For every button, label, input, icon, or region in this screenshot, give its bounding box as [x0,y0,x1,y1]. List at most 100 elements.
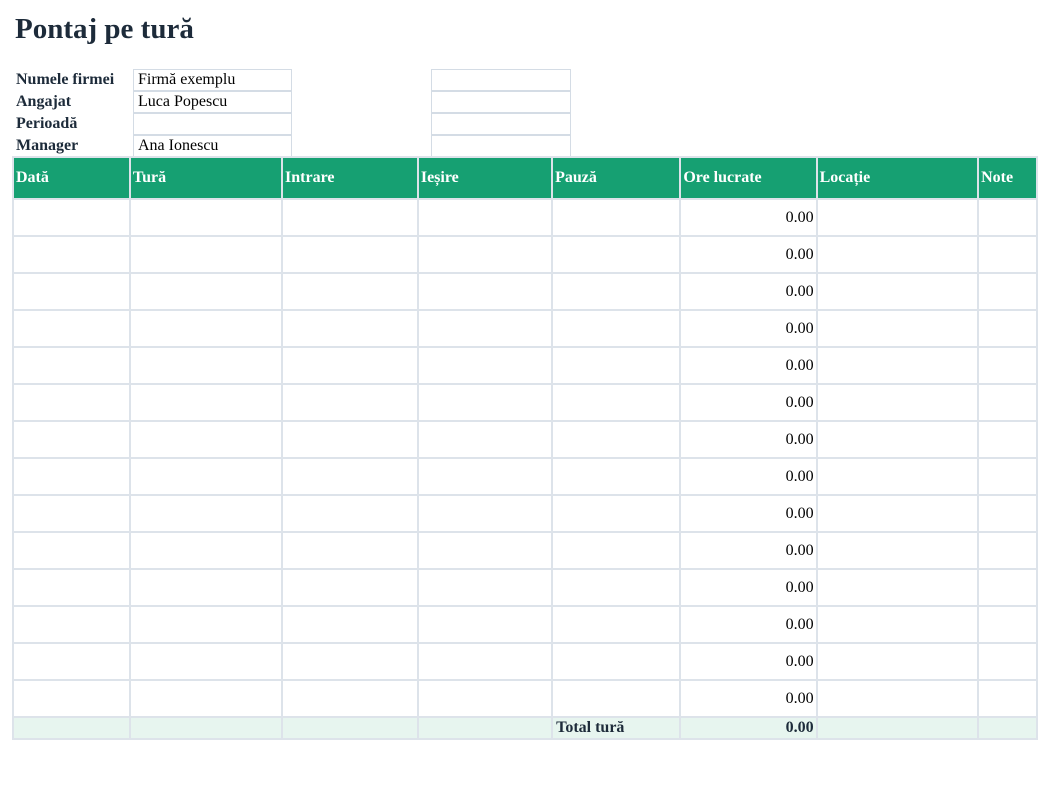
break-cell[interactable] [551,235,682,274]
notes-cell[interactable] [977,679,1038,718]
break-cell[interactable] [551,457,682,496]
notes-cell[interactable] [977,272,1038,311]
break-cell[interactable] [551,679,682,718]
info-extra-cell[interactable] [431,91,571,113]
date-cell[interactable] [12,679,131,718]
hours-cell[interactable]: 0.00 [679,309,818,348]
clock-in-cell[interactable] [281,642,419,681]
clock-out-cell[interactable] [416,605,554,644]
clock-out-cell[interactable] [416,642,554,681]
notes-cell[interactable] [977,420,1038,459]
shift-cell[interactable] [128,309,284,348]
clock-in-cell[interactable] [281,309,419,348]
clock-in-cell[interactable] [281,457,419,496]
clock-in-cell[interactable] [281,420,419,459]
hours-cell[interactable]: 0.00 [679,568,818,607]
hours-cell[interactable]: 0.00 [679,198,818,237]
clock-out-cell[interactable] [416,494,554,533]
info-extra-cell[interactable] [431,135,571,157]
break-cell[interactable] [551,494,682,533]
shift-cell[interactable] [128,235,284,274]
company-field[interactable]: Firmă exemplu [133,69,292,91]
hours-cell[interactable]: 0.00 [679,605,818,644]
location-cell[interactable] [815,309,980,348]
location-cell[interactable] [815,605,980,644]
break-cell[interactable] [551,568,682,607]
manager-field[interactable]: Ana Ionescu [133,135,292,157]
shift-cell[interactable] [128,383,284,422]
break-cell[interactable] [551,642,682,681]
notes-cell[interactable] [977,383,1038,422]
break-cell[interactable] [551,531,682,570]
shift-cell[interactable] [128,494,284,533]
hours-cell[interactable]: 0.00 [679,383,818,422]
location-cell[interactable] [815,494,980,533]
clock-in-cell[interactable] [281,346,419,385]
date-cell[interactable] [12,494,131,533]
break-cell[interactable] [551,420,682,459]
date-cell[interactable] [12,531,131,570]
hours-cell[interactable]: 0.00 [679,642,818,681]
clock-out-cell[interactable] [416,420,554,459]
date-cell[interactable] [12,642,131,681]
notes-cell[interactable] [977,605,1038,644]
shift-cell[interactable] [128,346,284,385]
period-field[interactable] [133,113,292,135]
location-cell[interactable] [815,383,980,422]
date-cell[interactable] [12,309,131,348]
shift-cell[interactable] [128,457,284,496]
date-cell[interactable] [12,346,131,385]
notes-cell[interactable] [977,642,1038,681]
clock-in-cell[interactable] [281,272,419,311]
date-cell[interactable] [12,457,131,496]
clock-in-cell[interactable] [281,198,419,237]
location-cell[interactable] [815,235,980,274]
location-cell[interactable] [815,642,980,681]
employee-field[interactable]: Luca Popescu [133,91,292,113]
date-cell[interactable] [12,235,131,274]
shift-cell[interactable] [128,531,284,570]
notes-cell[interactable] [977,457,1038,496]
clock-out-cell[interactable] [416,457,554,496]
location-cell[interactable] [815,531,980,570]
clock-in-cell[interactable] [281,494,419,533]
shift-cell[interactable] [128,642,284,681]
shift-cell[interactable] [128,568,284,607]
clock-out-cell[interactable] [416,272,554,311]
break-cell[interactable] [551,198,682,237]
date-cell[interactable] [12,568,131,607]
date-cell[interactable] [12,198,131,237]
shift-cell[interactable] [128,272,284,311]
date-cell[interactable] [12,605,131,644]
shift-cell[interactable] [128,198,284,237]
location-cell[interactable] [815,568,980,607]
notes-cell[interactable] [977,309,1038,348]
clock-in-cell[interactable] [281,605,419,644]
break-cell[interactable] [551,605,682,644]
info-extra-cell[interactable] [431,113,571,135]
date-cell[interactable] [12,420,131,459]
notes-cell[interactable] [977,494,1038,533]
location-cell[interactable] [815,420,980,459]
clock-in-cell[interactable] [281,531,419,570]
hours-cell[interactable]: 0.00 [679,494,818,533]
hours-cell[interactable]: 0.00 [679,457,818,496]
hours-cell[interactable]: 0.00 [679,531,818,570]
hours-cell[interactable]: 0.00 [679,679,818,718]
notes-cell[interactable] [977,568,1038,607]
clock-out-cell[interactable] [416,346,554,385]
clock-out-cell[interactable] [416,531,554,570]
break-cell[interactable] [551,346,682,385]
break-cell[interactable] [551,309,682,348]
hours-cell[interactable]: 0.00 [679,420,818,459]
location-cell[interactable] [815,679,980,718]
shift-cell[interactable] [128,605,284,644]
hours-cell[interactable]: 0.00 [679,235,818,274]
clock-in-cell[interactable] [281,679,419,718]
clock-out-cell[interactable] [416,235,554,274]
break-cell[interactable] [551,383,682,422]
clock-out-cell[interactable] [416,679,554,718]
notes-cell[interactable] [977,346,1038,385]
clock-out-cell[interactable] [416,383,554,422]
notes-cell[interactable] [977,198,1038,237]
